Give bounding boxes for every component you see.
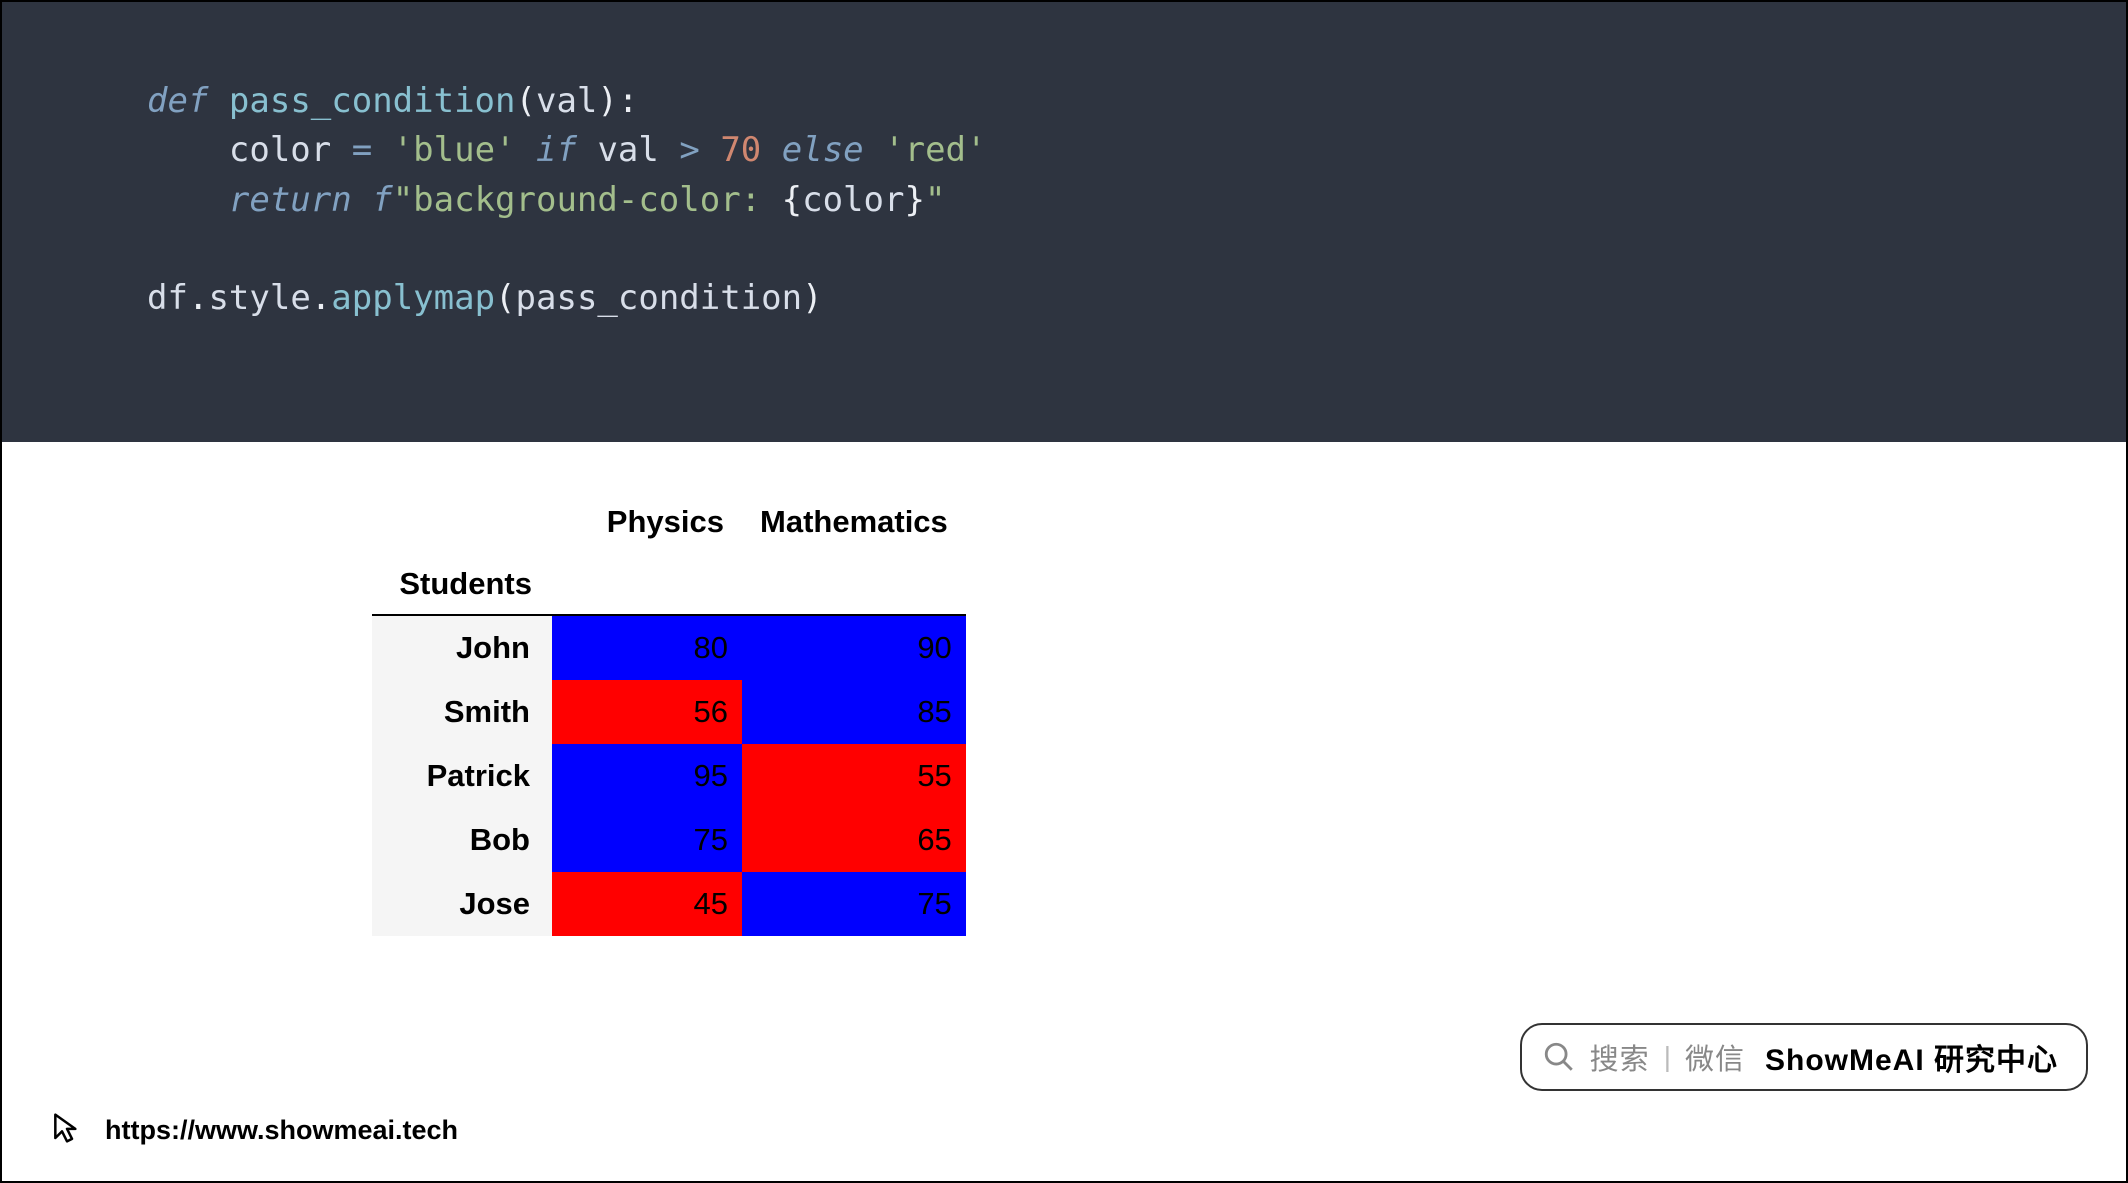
- fstring-lbrace: {: [782, 180, 802, 220]
- row-header: Patrick: [372, 744, 552, 808]
- row-header: Smith: [372, 680, 552, 744]
- styled-dataframe: Physics Mathematics Students John8090Smi…: [372, 492, 966, 936]
- fstring-close: ": [925, 180, 945, 220]
- data-cell: 45: [552, 872, 742, 936]
- search-badge[interactable]: 搜索 | 微信 ShowMeAI 研究中心: [1520, 1023, 2088, 1091]
- keyword-else: else: [782, 130, 864, 170]
- data-cell: 56: [552, 680, 742, 744]
- badge-wechat-label: 微信: [1685, 1036, 1745, 1078]
- cursor-icon: [47, 1108, 87, 1153]
- function-name: pass_condition: [229, 81, 516, 121]
- data-cell: 90: [742, 615, 966, 680]
- keyword-return: return: [229, 180, 352, 220]
- data-cell: 80: [552, 615, 742, 680]
- table-row: Jose4575: [372, 872, 966, 936]
- table-row: John8090: [372, 615, 966, 680]
- index-name: Students: [372, 552, 552, 615]
- badge-separator: |: [1664, 1041, 1671, 1073]
- code-content: def pass_condition(val): color = 'blue' …: [147, 77, 2026, 323]
- expr-arg: pass_condition: [516, 278, 803, 318]
- data-cell: 65: [742, 808, 966, 872]
- data-cell: 55: [742, 744, 966, 808]
- string-red: 'red': [884, 130, 986, 170]
- col-header-mathematics: Mathematics: [742, 492, 966, 552]
- output-area: Physics Mathematics Students John8090Smi…: [2, 442, 2126, 936]
- keyword-def: def: [147, 81, 208, 121]
- blank-header: [552, 552, 742, 615]
- fstring-rbrace: }: [904, 180, 924, 220]
- cond-lhs: val: [597, 130, 658, 170]
- column-header-row: Physics Mathematics: [372, 492, 966, 552]
- row-header: Jose: [372, 872, 552, 936]
- blank-header: [742, 552, 966, 615]
- string-blue: 'blue': [393, 130, 516, 170]
- fstring-prefix: f: [372, 180, 392, 220]
- threshold-literal: 70: [720, 130, 761, 170]
- fstring-open: "background-color:: [393, 180, 782, 220]
- expr-df: df: [147, 278, 188, 318]
- fstring-var: color: [802, 180, 904, 220]
- footer: https://www.showmeai.tech: [47, 1108, 458, 1153]
- badge-brand: ShowMeAI 研究中心: [1765, 1035, 2058, 1079]
- data-cell: 75: [742, 872, 966, 936]
- data-cell: 75: [552, 808, 742, 872]
- data-cell: 85: [742, 680, 966, 744]
- row-header: Bob: [372, 808, 552, 872]
- expr-method: applymap: [331, 278, 495, 318]
- data-cell: 95: [552, 744, 742, 808]
- col-header-physics: Physics: [552, 492, 742, 552]
- op-gt: >: [679, 130, 699, 170]
- search-icon: [1542, 1040, 1576, 1074]
- table-row: Bob7565: [372, 808, 966, 872]
- param-val: val: [536, 81, 597, 121]
- var-color: color: [229, 130, 331, 170]
- code-block: def pass_condition(val): color = 'blue' …: [2, 2, 2126, 442]
- table-row: Smith5685: [372, 680, 966, 744]
- expr-style: style: [208, 278, 310, 318]
- row-header: John: [372, 615, 552, 680]
- blank-header: [372, 492, 552, 552]
- table-row: Patrick9555: [372, 744, 966, 808]
- badge-search-label: 搜索: [1590, 1036, 1650, 1078]
- keyword-if: if: [536, 130, 577, 170]
- index-name-row: Students: [372, 552, 966, 615]
- footer-url: https://www.showmeai.tech: [105, 1115, 458, 1146]
